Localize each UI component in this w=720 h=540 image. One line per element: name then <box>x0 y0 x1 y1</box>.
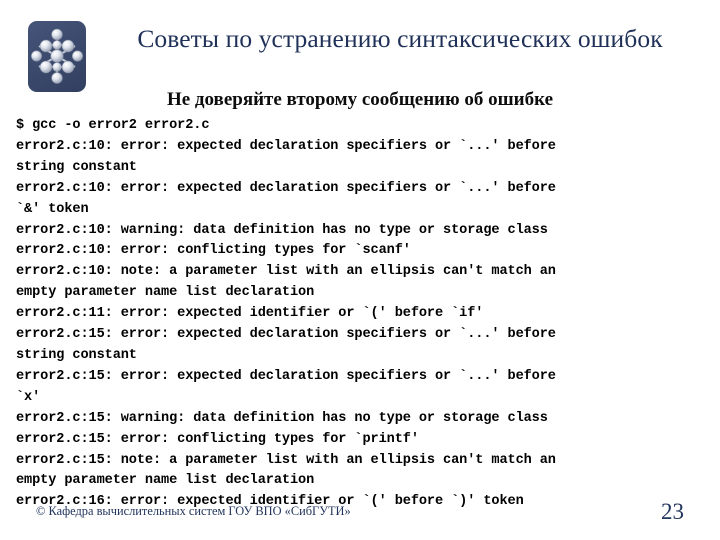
console-line: string constant <box>16 347 137 363</box>
console-line: error2.c:15: note: a parameter list with… <box>16 452 556 468</box>
console-line: error2.c:15: warning: data definition ha… <box>16 410 548 426</box>
page-title: Советы по устранению синтаксических ошиб… <box>137 24 663 53</box>
footer-copyright: © Кафедра вычислительных систем ГОУ ВПО … <box>36 504 351 518</box>
console-line: empty parameter name list declaration <box>16 473 315 489</box>
presentation-slide: Советы по устранению синтаксических ошиб… <box>0 0 720 540</box>
console-line: $ gcc -o error2 error2.c <box>16 118 210 133</box>
slide-subtitle: Не доверяйте второму сообщению об ошибке <box>166 89 554 110</box>
console-line: error2.c:15: error: expected declaration… <box>16 327 556 343</box>
console-line: string constant <box>16 159 137 175</box>
console-line: empty parameter name list declaration <box>16 285 315 301</box>
console-line: error2.c:10: error: expected declaration… <box>16 138 556 154</box>
console-line: `x' <box>16 389 41 405</box>
slide-title-container: Советы по устранению синтаксических ошиб… <box>96 24 704 54</box>
console-line: error2.c:15: error: expected declaration… <box>16 368 556 384</box>
console-line: error2.c:11: error: expected identifier … <box>16 306 484 322</box>
console-line: error2.c:10: note: a parameter list with… <box>16 264 556 280</box>
page-number: 23 <box>661 499 684 524</box>
console-line: error2.c:10: error: expected declaration… <box>16 180 556 196</box>
console-line: error2.c:10: warning: data definition ha… <box>16 222 548 238</box>
sibguti-molecule-logo-icon <box>28 21 86 92</box>
console-line: `&' token <box>16 201 89 217</box>
console-line: error2.c:15: error: conflicting types fo… <box>16 431 419 447</box>
console-line: error2.c:10: error: conflicting types fo… <box>16 243 411 259</box>
compiler-output-block: $ gcc -o error2 error2.c error2.c:10: er… <box>16 116 716 513</box>
